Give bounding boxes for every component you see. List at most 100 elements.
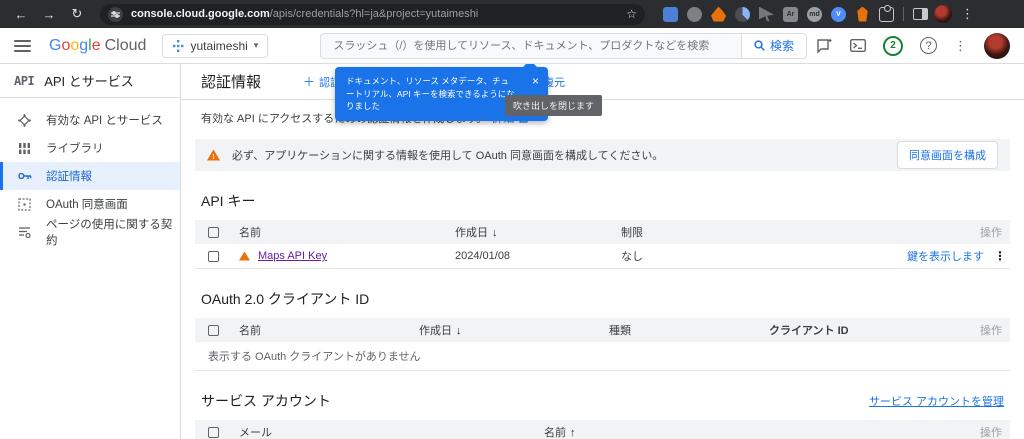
warning-text: 必ず、アプリケーションに関する情報を使用して OAuth 同意画面を構成してくだ… bbox=[232, 150, 664, 162]
extension-md-icon[interactable]: md bbox=[807, 6, 822, 22]
sidebar-item-label: 認証情報 bbox=[46, 171, 92, 183]
column-actions: 操作 bbox=[980, 227, 1002, 239]
select-all-checkbox[interactable] bbox=[208, 226, 219, 238]
sidebar-header: API API とサービス bbox=[0, 64, 180, 98]
header-more-icon[interactable]: ⋮ bbox=[954, 38, 967, 54]
extension-clock-icon[interactable] bbox=[735, 6, 750, 22]
sidebar-item-library[interactable]: ライブラリ bbox=[0, 134, 180, 162]
sidebar-item-page-usage-agreements[interactable]: ページの使用に関する契約 bbox=[0, 218, 180, 247]
url-path: /apis/credentials?hl=ja&project=yutaimes… bbox=[269, 8, 479, 20]
address-bar[interactable]: console.cloud.google.com/apis/credential… bbox=[100, 3, 645, 25]
sidebar: API API とサービス 有効な API とサービス ライブラリ 認証情報 O… bbox=[0, 64, 181, 439]
sidebar-item-label: ページの使用に関する契約 bbox=[46, 219, 173, 247]
sidebar-item-label: 有効な API とサービス bbox=[46, 115, 163, 127]
select-all-checkbox[interactable] bbox=[208, 426, 219, 438]
sidebar-item-enabled-apis[interactable]: 有効な API とサービス bbox=[0, 106, 180, 134]
popup-close-icon[interactable]: × bbox=[532, 75, 539, 87]
page-toolbar: 認証情報 ＋ 認証情報を作成 削除 復元 bbox=[181, 64, 1024, 100]
forward-icon[interactable]: → bbox=[38, 7, 60, 22]
url-text[interactable]: console.cloud.google.com/apis/credential… bbox=[131, 8, 620, 20]
search-bar[interactable]: 検索 bbox=[320, 32, 807, 59]
warning-icon: ! bbox=[207, 149, 220, 161]
sidebar-title: API とサービス bbox=[44, 74, 134, 89]
extension-translate-icon[interactable] bbox=[663, 6, 678, 22]
row-checkbox[interactable] bbox=[208, 250, 219, 262]
back-icon[interactable]: ← bbox=[10, 7, 32, 22]
column-restrictions: 制限 bbox=[621, 227, 643, 239]
manage-service-accounts-link[interactable]: サービス アカウントを管理 bbox=[869, 393, 1004, 409]
side-panel-icon[interactable] bbox=[913, 8, 928, 20]
column-name: 名前 bbox=[239, 227, 261, 239]
chevron-down-icon: ▾ bbox=[253, 40, 259, 50]
extension-flame-icon[interactable] bbox=[711, 6, 726, 22]
agreements-icon bbox=[17, 226, 32, 238]
browser-toolbar: ← → ↻ console.cloud.google.com/apis/cred… bbox=[0, 0, 1024, 28]
api-key-name-link[interactable]: Maps API Key bbox=[258, 250, 327, 262]
console-header: Google Cloud yutaimeshi ▾ 検索 2 ? ⋮ bbox=[0, 28, 1024, 64]
plus-icon: ＋ bbox=[303, 75, 316, 89]
browser-profile-avatar[interactable] bbox=[934, 5, 952, 23]
close-callout-tooltip: 吹き出しを閉じます bbox=[505, 95, 603, 116]
extensions-puzzle-icon[interactable] bbox=[879, 4, 894, 22]
oauth-clients-section: OAuth 2.0 クライアント ID 名前 作成日 ↓ 種類 クライアント ID… bbox=[195, 289, 1010, 371]
project-selector[interactable]: yutaimeshi ▾ bbox=[162, 33, 269, 58]
sidebar-item-oauth-consent[interactable]: OAuth 同意画面 bbox=[0, 190, 180, 218]
column-created[interactable]: 作成日 ↓ bbox=[455, 224, 621, 240]
oauth-table-header: 名前 作成日 ↓ 種類 クライアント ID 操作 bbox=[195, 318, 1010, 342]
sidebar-item-label: OAuth 同意画面 bbox=[46, 199, 128, 211]
column-actions: 操作 bbox=[980, 325, 1002, 337]
extension-hydrant-icon[interactable] bbox=[857, 6, 868, 22]
extension-generic-icon[interactable] bbox=[687, 6, 702, 22]
row-warning-icon bbox=[239, 251, 250, 261]
oauth-warning-banner: ! 必ず、アプリケーションに関する情報を使用して OAuth 同意画面を構成して… bbox=[195, 139, 1010, 171]
reload-icon[interactable]: ↻ bbox=[66, 6, 88, 22]
sidebar-item-credentials[interactable]: 認証情報 bbox=[0, 162, 180, 190]
search-input[interactable] bbox=[321, 39, 741, 52]
configure-consent-screen-button[interactable]: 同意画面を構成 bbox=[897, 141, 998, 169]
notifications-badge[interactable]: 2 bbox=[883, 35, 903, 56]
oauth-empty-message: 表示する OAuth クライアントがありません bbox=[195, 342, 1010, 371]
help-icon[interactable]: ? bbox=[920, 37, 937, 54]
row-menu-icon[interactable]: ⋮ bbox=[994, 249, 1006, 263]
select-all-checkbox[interactable] bbox=[208, 324, 219, 336]
project-name: yutaimeshi bbox=[190, 38, 248, 53]
bookmark-star-icon[interactable]: ☆ bbox=[626, 7, 637, 21]
show-key-link[interactable]: 鍵を表示します bbox=[907, 248, 984, 264]
project-icon bbox=[173, 39, 184, 52]
sidebar-item-label: ライブラリ bbox=[46, 143, 104, 155]
site-settings-icon[interactable] bbox=[108, 6, 123, 22]
extension-cursor-icon[interactable] bbox=[759, 6, 774, 22]
service-accounts-section: サービス アカウント サービス アカウントを管理 メール 名前↑ 操作 表示する… bbox=[195, 391, 1010, 439]
column-name[interactable]: 名前 ↑ bbox=[544, 424, 950, 439]
api-service-logo: API bbox=[14, 73, 35, 88]
column-created[interactable]: 作成日 ↓ bbox=[419, 322, 609, 338]
search-icon bbox=[754, 40, 765, 51]
library-icon bbox=[17, 142, 32, 155]
google-cloud-logo[interactable]: Google Cloud bbox=[49, 37, 146, 55]
key-icon bbox=[17, 171, 32, 181]
extension-v-icon[interactable]: V bbox=[831, 6, 846, 22]
api-key-row: Maps API Key 2024/01/08 なし 鍵を表示します ⋮ bbox=[195, 244, 1010, 269]
nav-menu-icon[interactable] bbox=[14, 39, 31, 52]
service-accounts-table-header: メール 名前 ↑ 操作 bbox=[195, 420, 1010, 439]
cloud-shell-icon[interactable] bbox=[850, 39, 866, 52]
search-button[interactable]: 検索 bbox=[740, 33, 806, 58]
column-client-id: クライアント ID bbox=[769, 325, 849, 337]
browser-menu-icon[interactable]: ⋮ bbox=[958, 6, 977, 22]
consent-screen-icon bbox=[17, 197, 32, 211]
feedback-icon[interactable] bbox=[817, 38, 833, 53]
cloud-wordmark: Cloud bbox=[104, 36, 147, 54]
extension-ar-icon[interactable]: Ar bbox=[783, 6, 798, 22]
api-key-created: 2024/01/08 bbox=[455, 250, 511, 262]
header-actions: 2 ? ⋮ bbox=[817, 32, 1010, 59]
page-title: 認証情報 bbox=[201, 74, 262, 91]
column-email: メール bbox=[239, 427, 272, 439]
dashboard-icon bbox=[17, 113, 32, 127]
search-button-label: 検索 bbox=[769, 39, 794, 53]
user-avatar[interactable] bbox=[984, 32, 1010, 59]
api-keys-section: API キー 名前 作成日 ↓ 制限 操作 Maps API Key 2024/0 bbox=[195, 191, 1010, 269]
sort-asc-icon: ↑ bbox=[570, 427, 576, 439]
extensions-area: Ar md V bbox=[663, 4, 894, 22]
sort-desc-icon: ↓ bbox=[456, 325, 462, 337]
url-domain: console.cloud.google.com bbox=[131, 8, 270, 20]
